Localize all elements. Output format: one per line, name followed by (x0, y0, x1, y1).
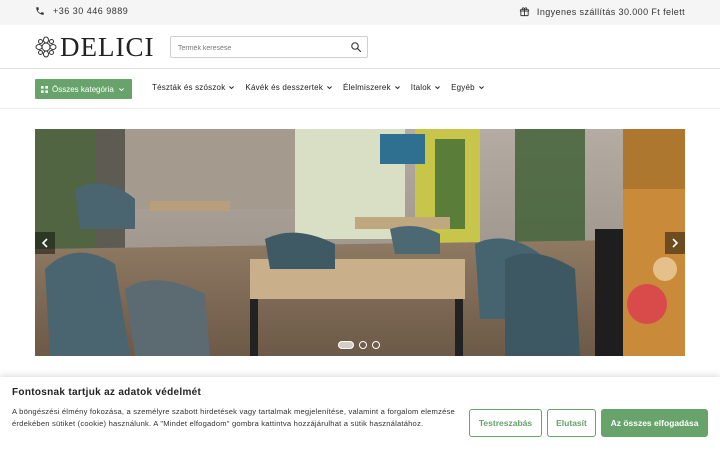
gift-icon (519, 6, 530, 17)
top-info-bar: +36 30 446 9889 Ingyenes szállítás 30.00… (0, 0, 720, 25)
nav-item-drinks[interactable]: Italok (411, 83, 441, 92)
nav-item-label: Tészták és szószok (152, 83, 226, 92)
phone-contact[interactable]: +36 30 446 9889 (35, 6, 128, 16)
shipping-text: Ingyenes szállítás 30.000 Ft felett (536, 6, 685, 17)
chevron-down-icon (394, 84, 401, 91)
nav-item-other[interactable]: Egyéb (451, 83, 485, 92)
all-categories-button[interactable]: Összes kategória (35, 79, 132, 99)
hero-slider[interactable] (35, 129, 685, 356)
site-logo[interactable]: DELICI (35, 32, 155, 62)
nav-item-label: Kávék és desszertek (245, 83, 324, 92)
chevron-left-icon (41, 238, 49, 248)
search-box (170, 36, 368, 59)
slider-dot-2[interactable] (359, 341, 367, 349)
nav-item-label: Élelmiszerek (343, 83, 391, 92)
slider-dots (338, 341, 380, 349)
customize-button[interactable]: Testreszabás (469, 409, 542, 437)
hero-slide-image (35, 129, 685, 356)
chevron-down-icon (478, 84, 485, 91)
search-input[interactable] (171, 38, 341, 59)
slider-prev-button[interactable] (35, 232, 55, 254)
category-menu: Tészták és szószok Kávék és desszertek É… (152, 83, 485, 92)
phone-icon (35, 6, 45, 16)
nav-item-groceries[interactable]: Élelmiszerek (343, 83, 401, 92)
all-categories-label: Összes kategória (52, 84, 114, 94)
logo-text: DELICI (60, 32, 155, 62)
chevron-right-icon (671, 238, 679, 248)
cookie-title: Fontosnak tartjuk az adatok védelmét (12, 387, 202, 398)
phone-number[interactable]: +36 30 446 9889 (53, 6, 128, 16)
main-navigation: Összes kategória Tészták és szószok Kávé… (0, 70, 720, 109)
chevron-down-icon (434, 84, 441, 91)
slider-next-button[interactable] (665, 232, 685, 254)
chevron-down-icon (228, 84, 235, 91)
nav-item-pasta-sauces[interactable]: Tészták és szószok (152, 83, 235, 92)
chevron-down-icon (118, 86, 125, 93)
logo-emblem-icon (35, 36, 57, 58)
reject-button[interactable]: Elutasít (547, 409, 596, 437)
cookie-text: A böngészési élmény fokozása, a személyr… (12, 407, 455, 428)
site-header: DELICI (0, 25, 720, 69)
nav-item-label: Italok (410, 83, 432, 92)
shipping-notice: Ingyenes szállítás 30.000 Ft felett (519, 6, 685, 17)
chevron-down-icon (326, 84, 333, 91)
slider-dot-1[interactable] (338, 341, 354, 349)
cookie-consent-banner: Fontosnak tartjuk az adatok védelmét A b… (0, 377, 720, 450)
search-icon[interactable] (350, 41, 362, 53)
accept-all-button[interactable]: Az összes elfogadása (601, 409, 708, 437)
grid-icon (41, 85, 48, 93)
slider-dot-3[interactable] (372, 341, 380, 349)
nav-item-label: Egyéb (451, 83, 475, 92)
nav-item-coffee-desserts[interactable]: Kávék és desszertek (245, 83, 333, 92)
